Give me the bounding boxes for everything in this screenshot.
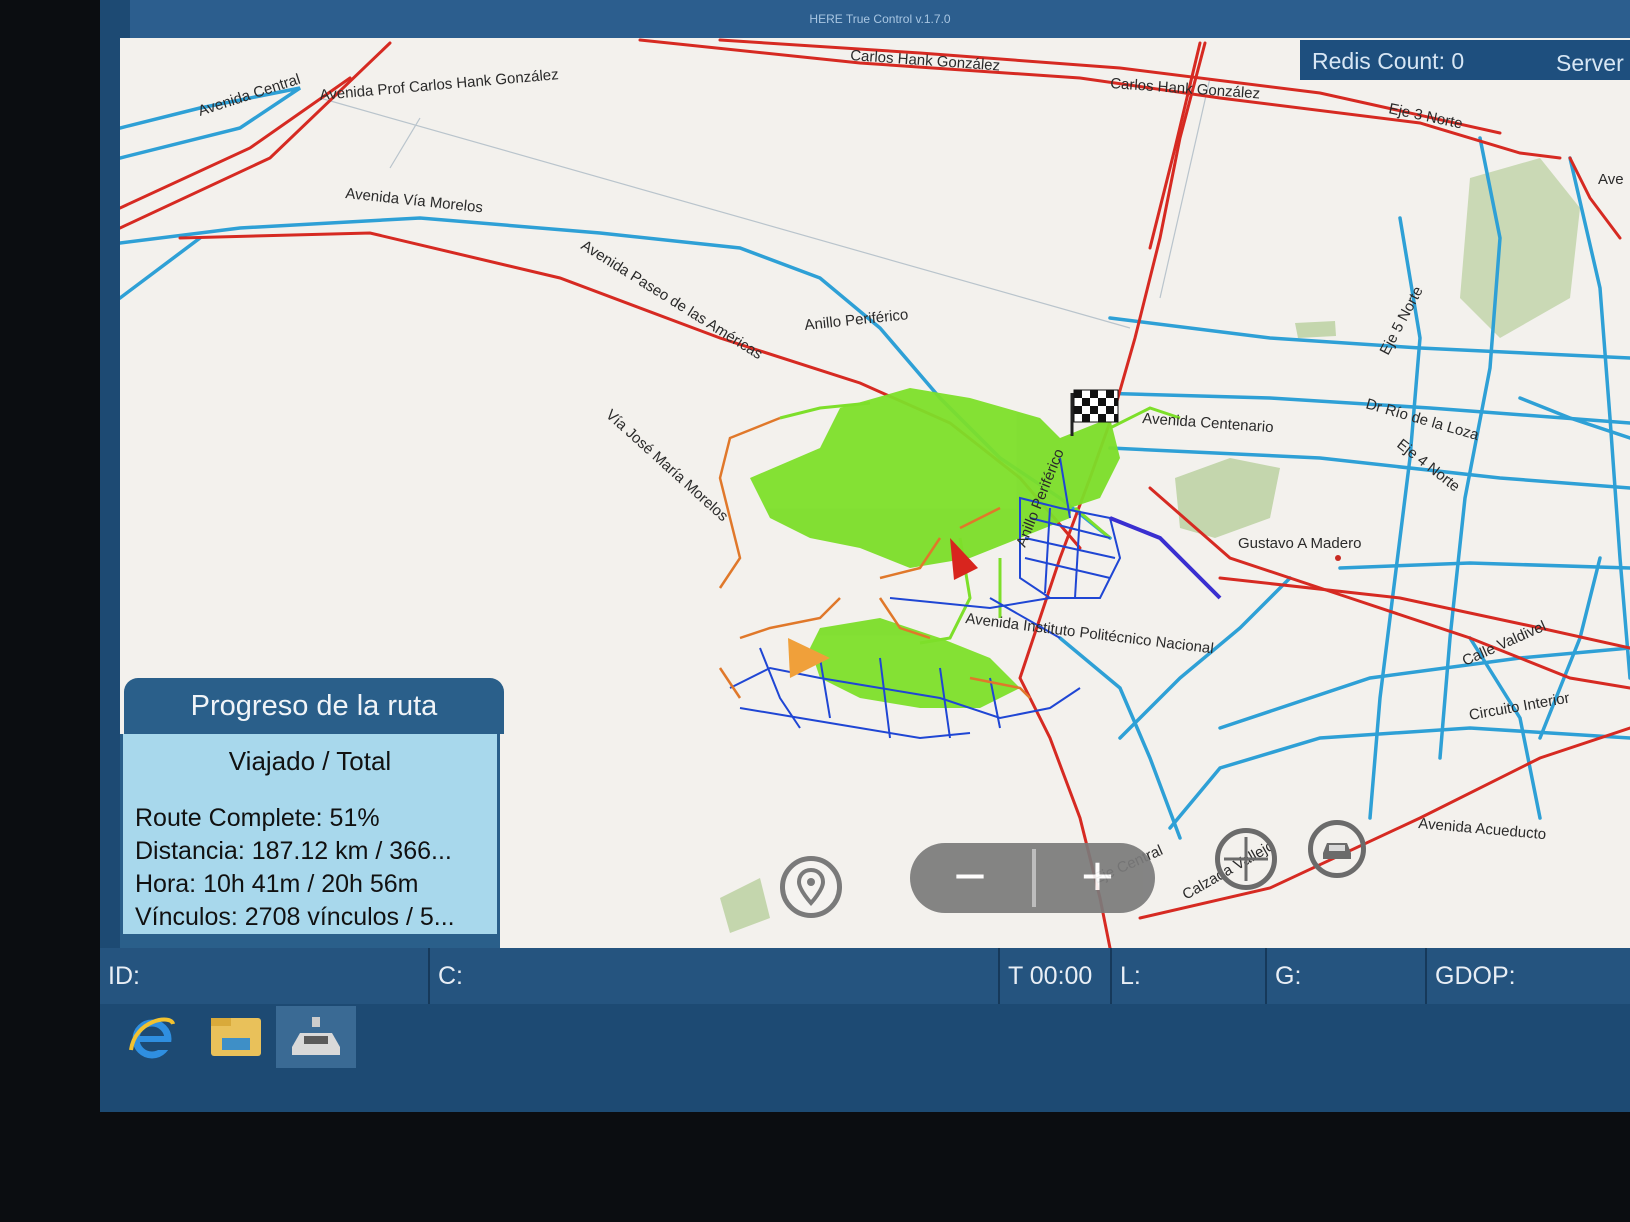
file-explorer-icon: [211, 1018, 261, 1056]
server-label: Server: [1556, 50, 1624, 76]
street-label: Carlos Hank González: [850, 47, 1001, 74]
zoom-control: − +: [910, 843, 1155, 913]
street-label: Eje 3 Norte: [1387, 100, 1464, 132]
taskbar-item[interactable]: [118, 1006, 186, 1068]
distance-text: Distancia: 187.12 km / 366...: [135, 837, 452, 865]
taskbar: [100, 1004, 1630, 1112]
street-label: Avenida Paseo de las Américas: [578, 237, 766, 363]
street-label: Carlos Hank González: [1110, 75, 1261, 102]
zoom-out-button[interactable]: −: [910, 843, 1030, 913]
taskbar-item[interactable]: [276, 1006, 356, 1068]
true-control-car-icon: [292, 1017, 340, 1055]
street-label: Eje 4 Norte: [1394, 436, 1464, 496]
street-label: Avenida Centenario: [1142, 410, 1274, 436]
street-label: Avenida Vía Morelos: [345, 185, 484, 216]
status-id: ID:: [108, 962, 140, 990]
car-icon: [1323, 843, 1351, 859]
progress-subtitle: Viajado / Total: [228, 746, 392, 776]
screen: HERE True Control v.1.7.0 Carlos Hank Go…: [100, 0, 1630, 1112]
status-t: T 00:00: [998, 948, 1092, 1004]
street-label: Avenida Prof Carlos Hank González: [319, 66, 559, 104]
route-progress-panel: Progreso de la ruta Viajado / Total Rout…: [120, 678, 510, 948]
redis-count-panel: Redis Count: 0 Server: [1300, 40, 1630, 80]
park-area: [1295, 321, 1336, 338]
street-label: Avenida Acueducto: [1418, 815, 1547, 843]
window-title: HERE True Control v.1.7.0: [809, 12, 951, 26]
time-text: Hora: 10h 41m / 20h 56m: [135, 870, 419, 898]
zoom-in-button[interactable]: +: [1040, 843, 1155, 913]
status-gdop: GDOP:: [1425, 948, 1516, 1004]
location-button[interactable]: [780, 856, 842, 918]
taskbar-item[interactable]: [202, 1006, 270, 1068]
compass-button[interactable]: [1215, 828, 1277, 890]
street-label: Vía José María Morelos: [602, 406, 731, 525]
street-label: Dr Río de la Loza: [1364, 396, 1482, 445]
title-bar: HERE True Control v.1.7.0: [130, 0, 1630, 38]
links-text: Vínculos: 2708 vínculos / 5...: [135, 903, 455, 931]
status-l: L:: [1110, 948, 1141, 1004]
location-pin-icon: [796, 868, 826, 906]
car-view-button[interactable]: [1308, 820, 1366, 878]
status-c: C:: [428, 948, 463, 1004]
park-area: [720, 878, 770, 933]
progress-body: Viajado / Total Route Complete: 51% Dist…: [120, 734, 500, 937]
zoom-divider: [1032, 849, 1036, 907]
redis-count: Redis Count: 0: [1312, 48, 1465, 74]
status-g: G:: [1265, 948, 1301, 1004]
map-view[interactable]: Carlos Hank González Carlos Hank Gonzále…: [120, 38, 1630, 948]
route-complete-text: Route Complete: 51%: [135, 804, 380, 832]
park-area: [1460, 158, 1580, 338]
street-label: Avenida Instituto Politécnico Nacional: [965, 610, 1215, 657]
street-label: Ave: [1598, 171, 1624, 188]
compass-icon: [1224, 837, 1268, 881]
street-label: Gustavo A Madero: [1238, 535, 1361, 552]
poi-dot: [1335, 555, 1341, 561]
internet-explorer-icon: [129, 1017, 175, 1059]
status-bar: ID: C: T 00:00 L: G: GDOP:: [100, 948, 1630, 1004]
park-area: [1175, 458, 1280, 538]
progress-footer: [120, 937, 500, 948]
progress-title: Progreso de la ruta: [124, 678, 504, 734]
